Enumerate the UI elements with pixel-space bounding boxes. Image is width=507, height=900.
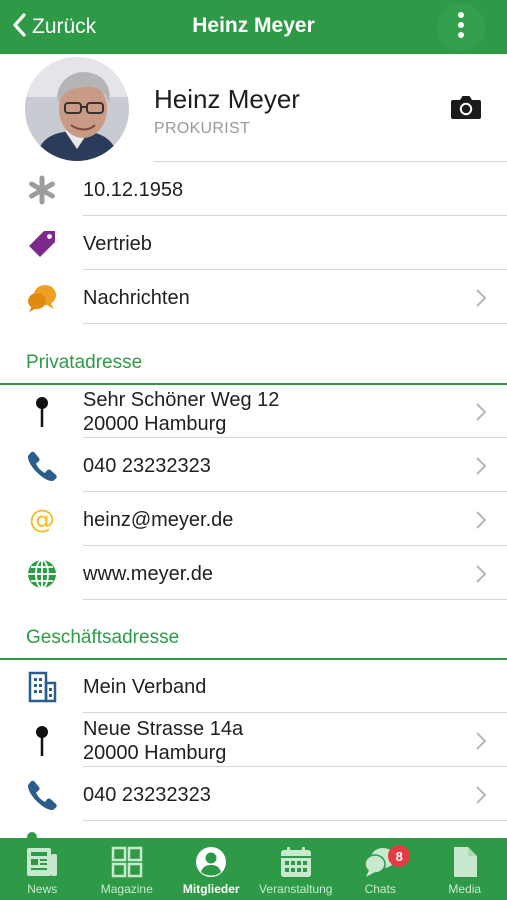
svg-text:@: @: [29, 505, 55, 535]
street-line: Neue Strasse 14a: [83, 718, 244, 740]
tab-events[interactable]: Veranstaltung: [254, 838, 339, 900]
avatar[interactable]: [25, 57, 129, 161]
phone-text: 040 23232323: [83, 784, 211, 806]
address-text: Neue Strasse 14a 20000 Hamburg: [83, 717, 243, 765]
tab-chats[interactable]: 8 Chats: [338, 838, 423, 900]
more-menu-button[interactable]: [437, 3, 485, 51]
chevron-right-icon: [474, 564, 488, 584]
map-pin-icon: [26, 396, 58, 428]
website-text: www.meyer.de: [83, 563, 214, 585]
chevron-right-icon: [474, 510, 488, 530]
street-line: Sehr Schöner Weg 12: [83, 389, 280, 411]
asterisk-icon: [26, 174, 58, 206]
private-phone-row[interactable]: 040 23232323: [0, 438, 507, 492]
department-row: Vertrieb: [0, 216, 507, 270]
messages-text: Nachrichten: [83, 287, 190, 309]
tab-label: Mitglieder: [182, 882, 240, 896]
tab-label: Veranstaltung: [259, 882, 333, 896]
tab-media[interactable]: Media: [423, 838, 507, 900]
city-line: 20000 Hamburg: [83, 742, 227, 764]
globe-icon: [26, 558, 58, 590]
camera-icon[interactable]: [450, 94, 482, 120]
unread-badge: 8: [388, 845, 411, 867]
chevron-right-icon: [474, 402, 488, 422]
tab-members[interactable]: Mitglieder: [169, 838, 254, 900]
tag-icon: [26, 228, 58, 260]
tab-label: Media: [448, 882, 482, 896]
chevron-right-icon: [474, 456, 488, 476]
website-row[interactable]: www.meyer.de: [0, 546, 507, 600]
more-vertical-icon: [457, 11, 465, 44]
phone-text: 040 23232323: [83, 455, 211, 477]
tab-label: Chats: [364, 882, 396, 896]
organization-row: Mein Verband: [0, 659, 507, 713]
birthdate-text: 10.12.1958: [83, 179, 184, 201]
phone-icon: [26, 779, 58, 811]
chevron-right-icon: [474, 731, 488, 751]
page-title: Heinz Meyer: [192, 14, 315, 37]
email-text: heinz@meyer.de: [83, 509, 234, 531]
chevron-right-icon: [474, 288, 488, 308]
map-pin-icon: [26, 725, 58, 757]
building-icon: [26, 671, 58, 703]
organization-text: Mein Verband: [83, 676, 207, 698]
business-street-row[interactable]: Neue Strasse 14a 20000 Hamburg: [0, 713, 507, 767]
city-line: 20000 Hamburg: [83, 413, 227, 435]
tab-news[interactable]: News: [0, 838, 85, 900]
messages-row[interactable]: Nachrichten: [0, 270, 507, 324]
profile-role: PROKURIST: [154, 120, 251, 137]
private-street-row[interactable]: Sehr Schöner Weg 12 20000 Hamburg: [0, 384, 507, 438]
chat-bubbles-icon: [26, 282, 58, 314]
grid-icon: [109, 844, 145, 880]
newspaper-icon: [24, 844, 60, 880]
document-icon: [447, 844, 483, 880]
profile-name: Heinz Meyer: [154, 84, 300, 114]
at-sign-icon: @: [26, 504, 58, 536]
birthdate-row: 10.12.1958: [0, 162, 507, 216]
top-bar: Zurück Heinz Meyer: [0, 0, 507, 54]
calendar-icon: [278, 844, 314, 880]
business-phone-row[interactable]: 040 23232323: [0, 767, 507, 821]
section-heading-business: Geschäftsadresse: [26, 627, 180, 648]
address-text: Sehr Schöner Weg 12 20000 Hamburg: [83, 388, 279, 436]
user-circle-icon: [193, 844, 229, 880]
chevron-right-icon: [474, 785, 488, 805]
email-row[interactable]: @ heinz@meyer.de: [0, 492, 507, 546]
phone-icon: [26, 450, 58, 482]
tab-label: News: [27, 882, 58, 896]
tab-magazine[interactable]: Magazine: [85, 838, 170, 900]
tab-bar: News Magazine Mitglieder Veranstaltung 8…: [0, 838, 507, 900]
tab-label: Magazine: [100, 882, 153, 896]
section-heading-private: Privatadresse: [26, 352, 143, 373]
department-text: Vertrieb: [83, 233, 152, 255]
